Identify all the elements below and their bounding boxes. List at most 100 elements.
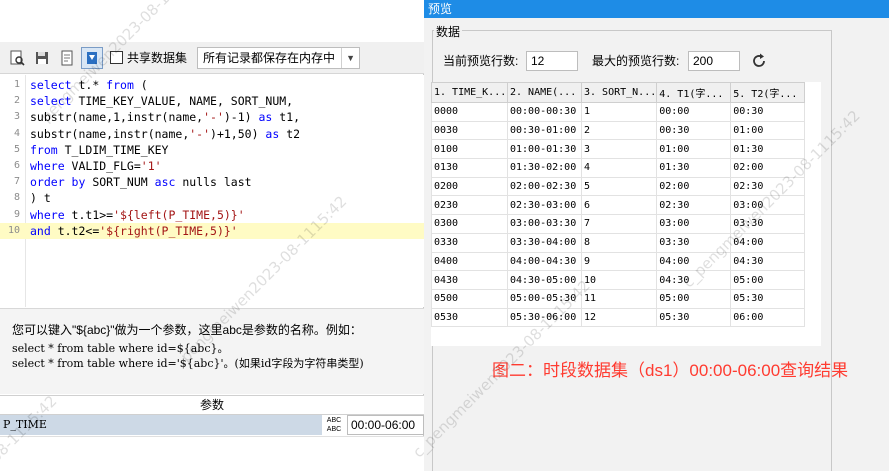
table-cell: 0330 [431,232,508,253]
code-text: substr(name,1,instr(name,'-')-1) as t1, [30,110,301,125]
table-cell: 0030 [431,120,508,141]
table-cell: 02:00 [730,158,806,178]
code-line[interactable]: 4 substr(name,instr(name,'-')+1,50) as t2 [0,126,424,142]
preview-window: 预览 数据 当前预览行数: 12 最大的预览行数: 200 1. TIME_K.… [424,0,889,471]
code-line[interactable]: 5 from T_LDIM_TIME_KEY [0,142,424,158]
line-number: 5 [13,143,20,155]
table-row[interactable]: 0430 04:30-05:00 10 04:30 05:00 [431,270,806,290]
params-header: 参数 [0,395,424,415]
line-number: 8 [13,192,20,204]
string-type-icon[interactable]: ABC ABC [322,415,346,435]
table-cell: 02:00 [656,176,732,197]
current-rows-input[interactable]: 12 [526,51,578,71]
table-cell: 9 [580,251,658,272]
share-dataset-checkbox[interactable]: 共享数据集 [110,49,187,66]
share-dataset-label: 共享数据集 [127,51,188,65]
table-cell: 04:30 [656,270,732,290]
sql-editor[interactable]: 1 select t.* from ( 2 select TIME_KEY_VALU… [0,75,424,307]
param-value-input[interactable]: 00:00-06:00 [347,415,424,435]
table-cell: 05:00-05:30 [507,288,582,309]
preview-icon[interactable] [6,47,28,69]
type-top: ABC [326,417,342,424]
table-row[interactable]: 0000 00:00-00:30 1 00:00 00:30 [431,102,806,122]
table-row[interactable]: 0530 05:30-06:00 12 05:30 06:00 [431,307,806,328]
pin-icon[interactable] [81,46,103,69]
code-line[interactable]: 7 order by SORT_NUM asc nulls last [0,174,424,190]
table-cell: 03:30 [656,232,732,253]
column-header[interactable]: 5. T2(字... [730,82,806,103]
table-cell: 02:30-03:00 [507,195,582,216]
line-number: 4 [13,127,20,139]
code-line[interactable]: 3 substr(name,1,instr(name,'-')-1) as t1, [0,109,424,125]
table-cell: 0200 [431,176,508,197]
line-number: 7 [13,176,20,188]
table-cell: 1 [580,102,658,122]
table-cell: 04:00 [730,232,806,253]
table-cell: 7 [580,214,658,234]
checkbox-box[interactable] [110,51,123,64]
code-text: order by SORT_NUM asc nulls last [30,175,252,190]
table-row[interactable]: 0500 05:00-05:30 11 05:00 05:30 [431,288,806,309]
table-cell: 02:00-02:30 [507,176,582,197]
param-row[interactable]: P_TIME ABC ABC 00:00-06:00 [0,415,424,435]
code-line[interactable]: 6 where VALID_FLG='1' [0,158,424,174]
table-cell: 01:30 [656,158,732,178]
column-header[interactable]: 4. T1(字... [656,82,732,103]
table-row[interactable]: 0130 01:30-02:00 4 01:30 02:00 [431,158,806,178]
table-cell: 3 [580,139,658,160]
code-line-current[interactable]: 10 and t.t2<='${right(P_TIME,5)}' [0,222,424,239]
param-name[interactable]: P_TIME [0,415,322,435]
table-row[interactable]: 0400 04:00-04:30 9 04:00 04:30 [431,251,806,272]
table-cell: 01:30 [730,139,806,160]
table-cell: 0230 [431,195,508,216]
table-header-row: 1. TIME_K... 2. NAME(... 3. SORT_N... 4. T1… [431,82,806,103]
column-header[interactable]: 1. TIME_K... [431,82,508,103]
table-row[interactable]: 0300 03:00-03:30 7 03:00 03:30 [431,214,806,234]
line-number: 1 [13,79,20,90]
table-row[interactable]: 0030 00:30-01:00 2 00:30 01:00 [431,120,806,141]
cache-mode-select[interactable]: 所有记录都保存在内存中 ▼ [197,46,361,69]
format-icon[interactable] [56,47,78,69]
max-rows-label: 最大的预览行数: [592,54,680,68]
refresh-icon[interactable] [750,52,768,70]
table-cell: 00:00-00:30 [507,102,582,122]
table-cell: 05:00 [656,288,732,309]
max-rows-input[interactable]: 200 [688,51,740,71]
sql-toolbar: 共享数据集 所有记录都保存在内存中 ▼ [0,42,424,74]
table-cell: 05:00 [730,270,806,290]
save-icon[interactable] [31,47,53,69]
hint-line: 您可以键入"${abc}"做为一个参数，这里abc是参数的名称。例如： [12,323,362,337]
table-row[interactable]: 0330 03:30-04:00 8 03:30 04:00 [431,232,806,253]
table-cell: 00:00 [656,102,732,122]
table-cell: 05:30-06:00 [507,307,582,328]
table-cell: 12 [580,307,658,328]
table-cell: 0000 [431,102,508,122]
line-number: 2 [13,95,20,107]
code-line[interactable]: 1 select t.* from ( [0,77,424,93]
table-row[interactable]: 0200 02:00-02:30 5 02:00 02:30 [431,176,806,197]
table-cell: 04:30-05:00 [507,270,582,290]
table-cell: 4 [580,158,658,178]
code-text: select TIME_KEY_VALUE, NAME, SORT_NUM, [30,94,294,109]
code-line[interactable]: 9 where t.t1>='${left(P_TIME,5)}' [0,207,424,223]
window-title: 预览 [424,0,889,18]
screen: 共享数据集 所有记录都保存在内存中 ▼ 1 select t.* from ( 2… [0,0,889,471]
params-empty-area [0,436,424,471]
top-blank-area [0,0,424,42]
code-text: substr(name,instr(name,'-')+1,50) as t2 [30,126,301,141]
table-cell: 00:30 [656,120,732,141]
table-row[interactable]: 0100 01:00-01:30 3 01:00 01:30 [431,139,806,160]
table-row[interactable]: 0230 02:30-03:00 6 02:30 03:00 [431,195,806,216]
hint-example-1: select * from table where id=${abc}。 [12,342,229,355]
column-header[interactable]: 3. SORT_N... [580,82,658,103]
table-cell: 00:30 [730,102,806,122]
table-cell: 04:00 [656,251,732,272]
code-line[interactable]: 8) t [0,190,424,206]
line-number: 9 [13,208,20,220]
code-line[interactable]: 2 select TIME_KEY_VALUE, NAME, SORT_NUM, [0,93,424,109]
table-cell: 03:00-03:30 [507,214,582,234]
column-header[interactable]: 2. NAME(... [507,82,582,103]
cache-mode-value: 所有记录都保存在内存中 [203,51,336,65]
code-text: and t.t2<='${right(P_TIME,5)}' [30,223,238,238]
chevron-down-icon[interactable]: ▼ [341,47,359,68]
